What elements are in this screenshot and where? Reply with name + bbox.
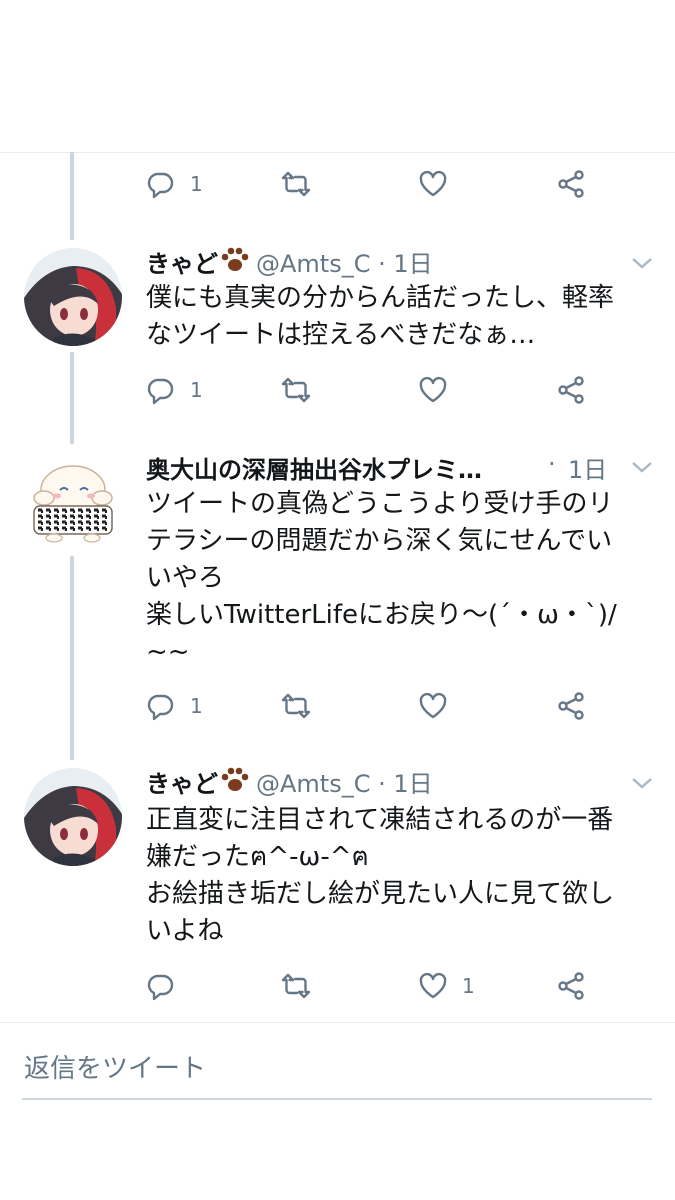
tweet-text-line: ツイートの真偽どうこうより受け手のリ [146,489,614,519]
like-count: 1 [462,974,475,998]
paw-icon [221,247,249,271]
top-divider [0,152,675,153]
tweet-time[interactable]: 1日 [393,770,432,798]
author-name[interactable]: きゃど [146,250,218,278]
avatar[interactable] [24,456,122,554]
like-button[interactable] [418,372,448,408]
tweet-text-line: お絵描き垢だし絵が見たい人に見て欲し [146,879,615,909]
tweet-text-line: なツイートは控えるべきだなぁ… [146,320,536,350]
like-button[interactable] [418,166,448,202]
retweet-icon [281,377,311,403]
tweet-header: きゃど @Amts_C · 1日 [146,764,666,800]
heart-icon [419,170,447,197]
retweet-icon [281,171,311,197]
share-button[interactable] [556,688,586,724]
thread-line [70,152,74,240]
reply-input-underline [22,1098,652,1100]
retweet-button[interactable] [281,166,311,202]
reply-button[interactable]: 1 [146,688,203,724]
reply-icon [147,974,174,1001]
share-button[interactable] [556,372,586,408]
separator: · [378,770,386,798]
tweet-actions: 1 [146,688,596,724]
tweet-header: 奥大山の深層抽出谷水プレミ… · 1日 [146,450,666,486]
tweet-text-line: 嫌だったฅ^-ω-^ฅ [146,842,369,872]
tweet-header: きゃど @Amts_C · 1日 [146,244,666,280]
share-icon [558,972,584,1000]
like-button[interactable]: 1 [418,968,475,1004]
reply-icon [147,378,174,405]
tweet-text-line: ~~ [146,637,190,667]
heart-icon [419,972,447,999]
tweet-text-line: いやろ [146,563,225,593]
share-icon [558,170,584,198]
reply-icon [147,694,174,721]
retweet-button[interactable] [281,372,311,408]
reply-icon [147,172,174,199]
reply-button[interactable]: 1 [146,372,203,408]
author-handle[interactable]: @Amts_C [256,250,370,278]
tweet-text-line: 僕にも真実の分からん話だったし、軽率 [146,283,615,313]
author-handle[interactable]: @Amts_C [256,770,370,798]
chevron-down-icon[interactable] [631,256,653,270]
avatar[interactable] [24,768,122,866]
tweet-text: 僕にも真実の分からん話だったし、軽率 なツイートは控えるべきだなぁ… [146,280,656,354]
tweet-actions: 1 [146,166,596,202]
tweet-text-line: 正直変に注目されて凍結されるのが一番 [146,805,614,835]
heart-icon [419,376,447,403]
thread-line [70,352,74,444]
reply-count: 1 [190,694,203,718]
separator: · [548,450,556,478]
tweet-time[interactable]: 1日 [393,250,432,278]
heart-icon [419,692,447,719]
share-icon [558,692,584,720]
avatar[interactable] [24,248,122,346]
share-button[interactable] [556,166,586,202]
separator: · [378,250,386,278]
tweet-time[interactable]: 1日 [568,450,607,485]
chevron-down-icon[interactable] [631,460,653,474]
author-name[interactable]: 奥大山の深層抽出谷水プレミ… [146,456,482,484]
tweet-text-line: 楽しいTwitterLifeにお戻り〜(´・ω・`)/ [146,600,617,630]
share-button[interactable] [556,968,586,1004]
reply-count: 1 [190,378,203,402]
reply-button[interactable]: 1 [146,166,203,202]
retweet-button[interactable] [281,688,311,724]
tweet-text: 正直変に注目されて凍結されるのが一番 嫌だったฅ^-ω-^ฅ お絵描き垢だし絵が… [146,802,656,950]
bottom-divider [0,1022,675,1023]
like-button[interactable] [418,688,448,724]
chevron-down-icon[interactable] [631,776,653,790]
retweet-icon [281,693,311,719]
tweet-text-line: テラシーの問題だから深く気にせんでい [146,526,613,556]
reply-input[interactable]: 返信をツイート [24,1048,206,1085]
reply-count: 1 [190,172,203,196]
author-name[interactable]: きゃど [146,770,218,798]
tweet-text-line: いよね [146,916,224,946]
tweet-actions: 1 [146,968,596,1004]
tweet-actions: 1 [146,372,596,408]
paw-icon [221,767,249,791]
share-icon [558,376,584,404]
tweet-text: ツイートの真偽どうこうより受け手のリ テラシーの問題だから深く気にせんでい いや… [146,486,656,671]
thread-line [70,556,74,760]
retweet-icon [281,973,311,999]
retweet-button[interactable] [281,968,311,1004]
reply-button[interactable] [146,968,176,1004]
